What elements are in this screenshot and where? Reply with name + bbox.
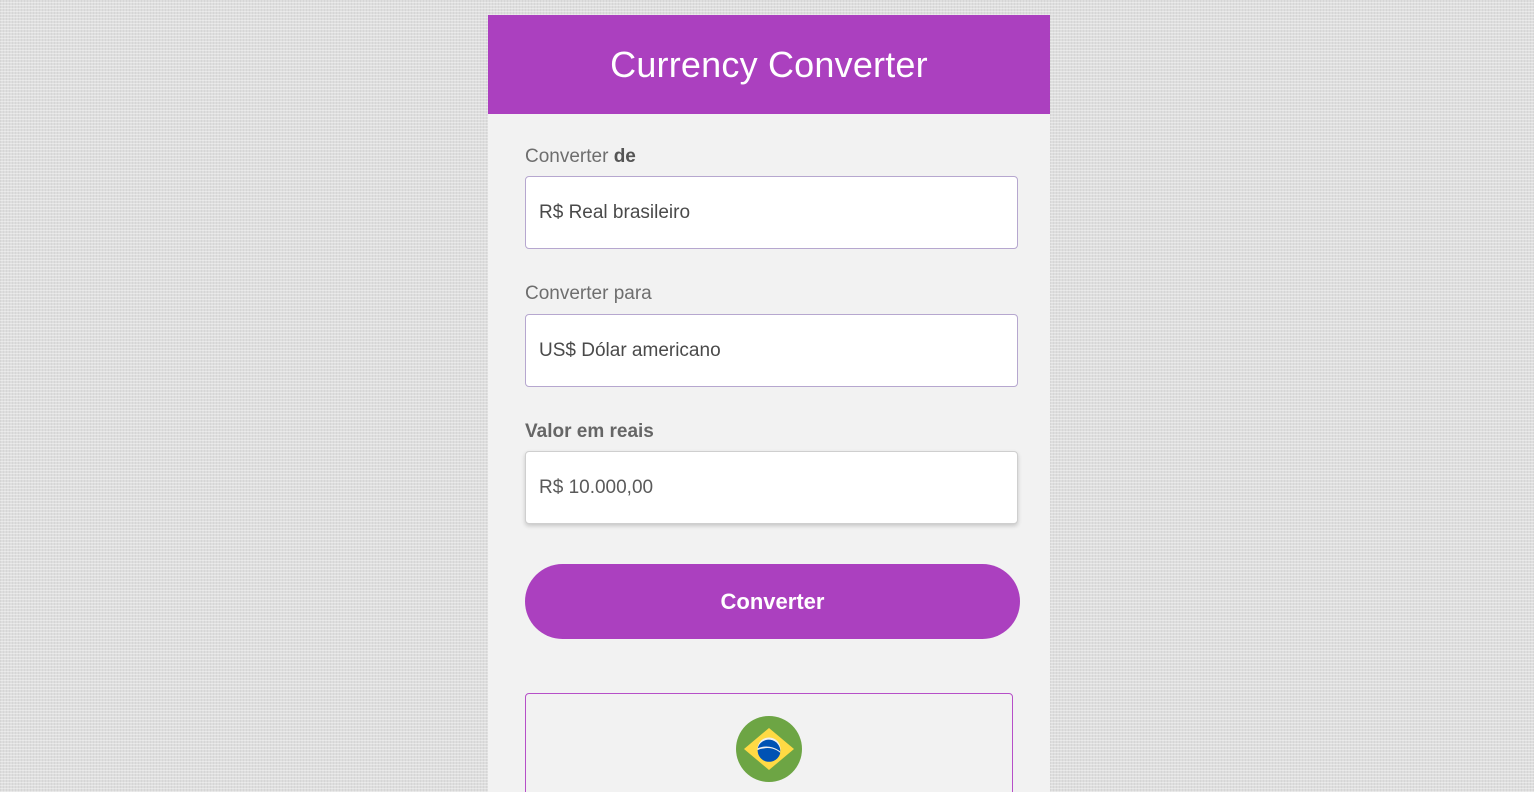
- amount-label: Valor em reais: [525, 421, 654, 442]
- amount-value: R$ 10.000,00: [539, 476, 654, 498]
- amount-input[interactable]: R$ 10.000,00: [525, 451, 1018, 524]
- result-panel: [525, 693, 1013, 792]
- to-currency-label: Converter para: [525, 283, 652, 304]
- from-label-prefix: Converter: [525, 146, 614, 167]
- from-currency-select[interactable]: R$ Real brasileiro: [525, 176, 1018, 249]
- from-currency-label: Converter de: [525, 146, 636, 168]
- brazil-flag-icon: [736, 716, 802, 782]
- convert-button[interactable]: Converter: [525, 564, 1020, 639]
- to-currency-value: US$ Dólar americano: [539, 339, 721, 361]
- converter-card: Currency Converter Converter de R$ Real …: [488, 15, 1050, 792]
- to-currency-select[interactable]: US$ Dólar americano: [525, 314, 1018, 387]
- from-label-bold: de: [613, 146, 636, 167]
- from-currency-value: R$ Real brasileiro: [539, 201, 691, 223]
- app-title: Currency Converter: [610, 43, 928, 85]
- app-header: Currency Converter: [488, 15, 1050, 114]
